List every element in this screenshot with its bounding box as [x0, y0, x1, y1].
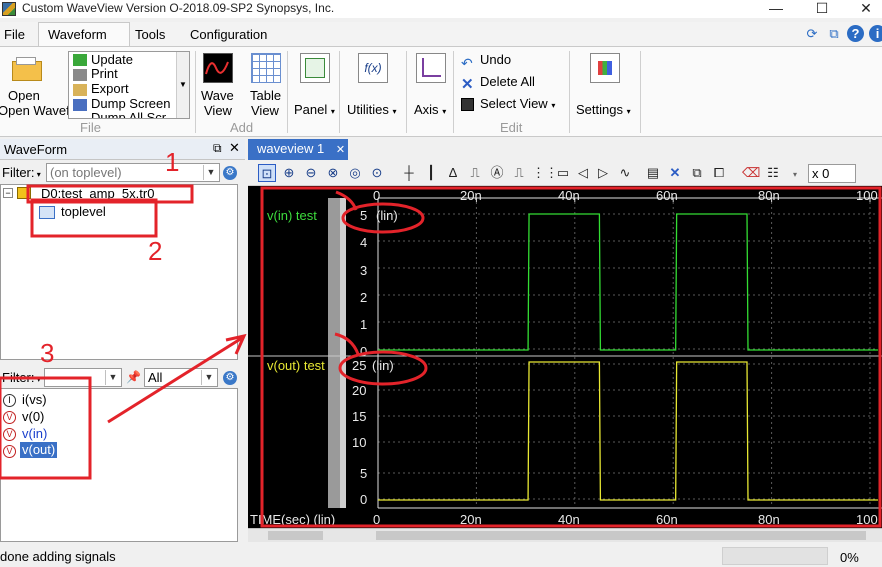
annotation-number-1: 1 [165, 147, 180, 177]
annotation-overlay [0, 184, 882, 528]
annotation-number-3: 3 [40, 338, 55, 368]
app-window: Custom WaveView Version O-2018.09-SP2 Sy… [0, 0, 882, 567]
annotation-number-2: 2 [148, 236, 163, 266]
progress-bar [722, 547, 828, 565]
status-message: done adding signals [0, 549, 116, 564]
progress-percent: 0% [840, 550, 859, 565]
status-bar: done adding signals 0% [0, 544, 882, 567]
